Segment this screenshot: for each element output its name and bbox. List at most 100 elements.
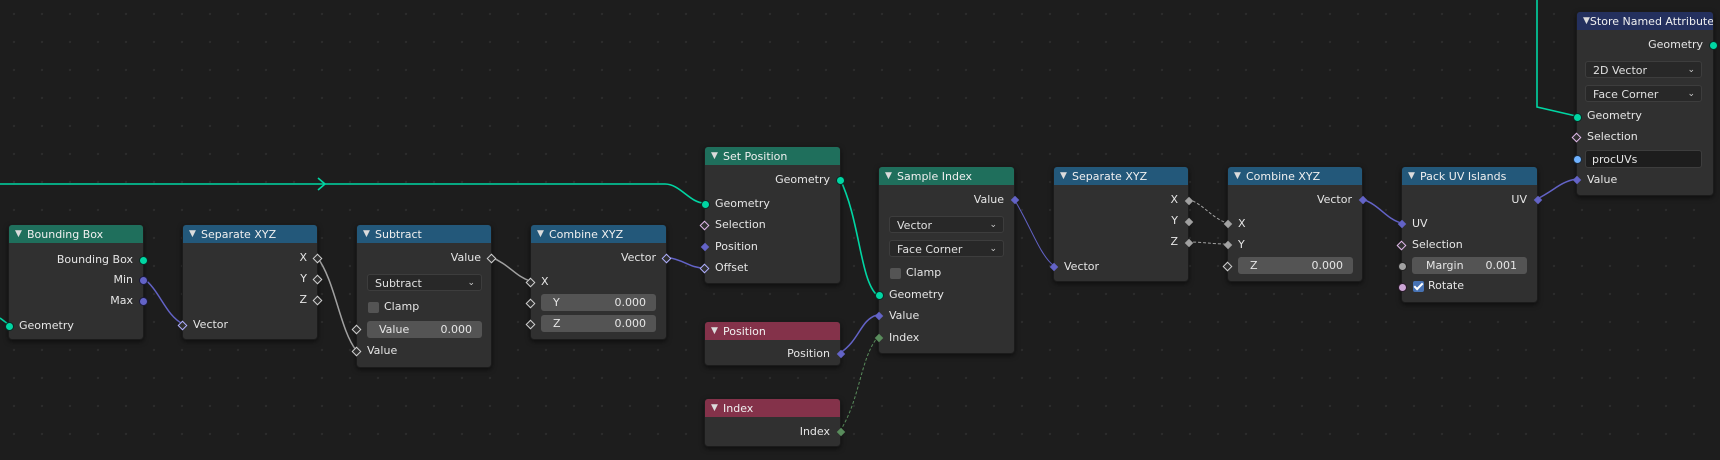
node-header[interactable]: ▼ Set Position xyxy=(705,147,840,165)
node-bounding-box[interactable]: ▼ Bounding Box Bounding Box Min Max Geome… xyxy=(5,224,148,340)
node-header[interactable]: ▼ Separate XYZ xyxy=(183,225,317,243)
input-geometry: Geometry xyxy=(1587,109,1642,122)
node-combine-xyz-2[interactable]: ▼ Combine XYZ Vector X Y Z 0.000 xyxy=(1222,166,1368,282)
chevron-down-icon[interactable]: ▼ xyxy=(711,326,723,336)
chevron-down-icon[interactable]: ▼ xyxy=(1060,171,1072,181)
node-header[interactable]: ▼ Combine XYZ xyxy=(1228,167,1362,185)
clamp-label: Clamp xyxy=(384,300,420,313)
node-sample-index[interactable]: ▼ Sample Index Value Vector ⌄ Face Corner ⌄… xyxy=(874,166,1020,354)
link-setpos-sample xyxy=(839,178,878,296)
chevron-down-icon[interactable]: ▼ xyxy=(189,229,201,239)
input-uv: UV xyxy=(1412,217,1428,230)
data-type-dropdown[interactable]: 2D Vector ⌄ xyxy=(1585,61,1702,78)
input-offset: Offset xyxy=(715,261,749,274)
node-header[interactable]: ▼ Sample Index xyxy=(879,167,1014,185)
node-pack-uv-islands[interactable]: ▼ Pack UV Islands UV UV Selection Margin 0… xyxy=(1396,166,1543,303)
node-header[interactable]: ▼ Pack UV Islands xyxy=(1402,167,1537,185)
output-value: Value xyxy=(450,251,481,264)
clamp-checkbox[interactable] xyxy=(890,268,901,279)
node-header[interactable]: ▼ Position xyxy=(705,322,840,340)
node-subtract[interactable]: ▼ Subtract Value Subtract ⌄ Clamp Value 0.0… xyxy=(351,224,497,368)
output-position: Position xyxy=(787,347,830,360)
input-value: Value xyxy=(1587,173,1618,186)
input-selection: Selection xyxy=(1412,238,1463,251)
node-header[interactable]: ▼ Bounding Box xyxy=(9,225,143,243)
output-x: X xyxy=(299,251,307,264)
link-min-vector xyxy=(142,277,184,325)
node-set-position[interactable]: ▼ Set Position Geometry Geometry Selectio… xyxy=(699,146,845,284)
output-min: Min xyxy=(113,273,133,286)
input-x: X xyxy=(1238,217,1246,230)
input-x: X xyxy=(541,275,549,288)
chevron-down-icon[interactable]: ▼ xyxy=(537,229,549,239)
chevron-down-icon[interactable]: ▼ xyxy=(1583,16,1590,26)
chevron-down-icon[interactable]: ▼ xyxy=(711,403,723,413)
socket-in-margin[interactable] xyxy=(1398,262,1407,271)
node-combine-xyz[interactable]: ▼ Combine XYZ Vector X Y 0.000 Z 0.000 xyxy=(525,224,672,340)
chevron-down-icon[interactable]: ▼ xyxy=(1234,171,1246,181)
socket-out-geometry[interactable] xyxy=(836,176,845,185)
node-header[interactable]: ▼ Separate XYZ xyxy=(1054,167,1188,185)
input-value: Value xyxy=(367,344,398,357)
socket-in-geometry[interactable] xyxy=(701,200,710,209)
socket-in-rotate[interactable] xyxy=(1398,283,1407,292)
node-header[interactable]: ▼ Combine XYZ xyxy=(531,225,666,243)
data-type-dropdown[interactable]: Vector ⌄ xyxy=(889,216,1004,233)
node-header[interactable]: ▼ Index xyxy=(705,399,840,417)
link-x-x xyxy=(1187,198,1228,224)
operation-dropdown[interactable]: Subtract ⌄ xyxy=(367,274,482,291)
input-value: Value xyxy=(889,309,920,322)
name-field[interactable]: procUVs xyxy=(1585,150,1702,168)
socket-out-max[interactable] xyxy=(139,297,148,306)
node-header[interactable]: ▼ Subtract xyxy=(357,225,491,243)
link-index-index xyxy=(839,337,878,432)
domain-dropdown[interactable]: Face Corner ⌄ xyxy=(889,240,1004,257)
output-geometry: Geometry xyxy=(775,173,830,186)
input-geometry: Geometry xyxy=(715,197,770,210)
z-field[interactable]: Z 0.000 xyxy=(541,315,656,332)
clamp-checkbox[interactable] xyxy=(368,302,379,313)
chevron-down-icon: ⌄ xyxy=(989,220,997,230)
node-separate-xyz[interactable]: ▼ Separate XYZ X Y Z Vector xyxy=(177,224,323,340)
socket-out-min[interactable] xyxy=(139,276,148,285)
input-selection: Selection xyxy=(1587,130,1638,143)
node-index[interactable]: ▼ Index Index xyxy=(704,398,846,447)
input-geometry: Geometry xyxy=(889,288,944,301)
node-separate-xyz-2[interactable]: ▼ Separate XYZ X Y Z Vector xyxy=(1049,166,1194,282)
z-field[interactable]: Z 0.000 xyxy=(1238,257,1353,274)
node-position[interactable]: ▼ Position Position xyxy=(704,321,846,366)
margin-field[interactable]: Margin 0.001 xyxy=(1412,257,1527,274)
link-position-value xyxy=(839,314,878,354)
output-x: X xyxy=(1170,193,1178,206)
socket-in-geometry[interactable] xyxy=(5,322,14,331)
rotate-label: Rotate xyxy=(1428,279,1465,292)
output-y: Y xyxy=(1171,214,1178,227)
output-vector: Vector xyxy=(620,251,656,264)
chevron-down-icon[interactable]: ▼ xyxy=(1408,171,1420,181)
node-store-named-attribute[interactable]: ▼ Store Named Attribute Geometry 2D Vecto… xyxy=(1571,11,1718,196)
node-editor-canvas[interactable]: ▼ Bounding Box Bounding Box Min Max Geome… xyxy=(0,0,1720,460)
socket-in-name[interactable] xyxy=(1573,155,1582,164)
y-field[interactable]: Y 0.000 xyxy=(541,294,656,311)
chevron-down-icon[interactable]: ▼ xyxy=(15,229,27,239)
chevron-down-icon[interactable]: ▼ xyxy=(885,171,897,181)
rotate-checkbox[interactable] xyxy=(1413,281,1424,292)
output-value: Value xyxy=(973,193,1004,206)
node-header[interactable]: ▼ Store Named Attribute xyxy=(1577,12,1713,30)
output-y: Y xyxy=(300,272,307,285)
socket-in-geometry[interactable] xyxy=(875,291,884,300)
chevron-down-icon[interactable]: ▼ xyxy=(363,229,375,239)
socket-out-geometry[interactable] xyxy=(1709,41,1718,50)
socket-out-bounding-box[interactable] xyxy=(139,256,148,265)
input-vector: Vector xyxy=(193,318,229,331)
socket-in-geometry[interactable] xyxy=(1573,113,1582,122)
chevron-down-icon: ⌄ xyxy=(989,244,997,254)
input-position: Position xyxy=(715,240,758,253)
output-geometry: Geometry xyxy=(1648,38,1703,51)
domain-dropdown[interactable]: Face Corner ⌄ xyxy=(1585,85,1702,102)
input-vector: Vector xyxy=(1064,260,1100,273)
link-geometry-input xyxy=(0,183,705,204)
value-field[interactable]: Value 0.000 xyxy=(367,321,482,338)
chevron-down-icon[interactable]: ▼ xyxy=(711,151,723,161)
output-bounding-box: Bounding Box xyxy=(56,253,133,266)
